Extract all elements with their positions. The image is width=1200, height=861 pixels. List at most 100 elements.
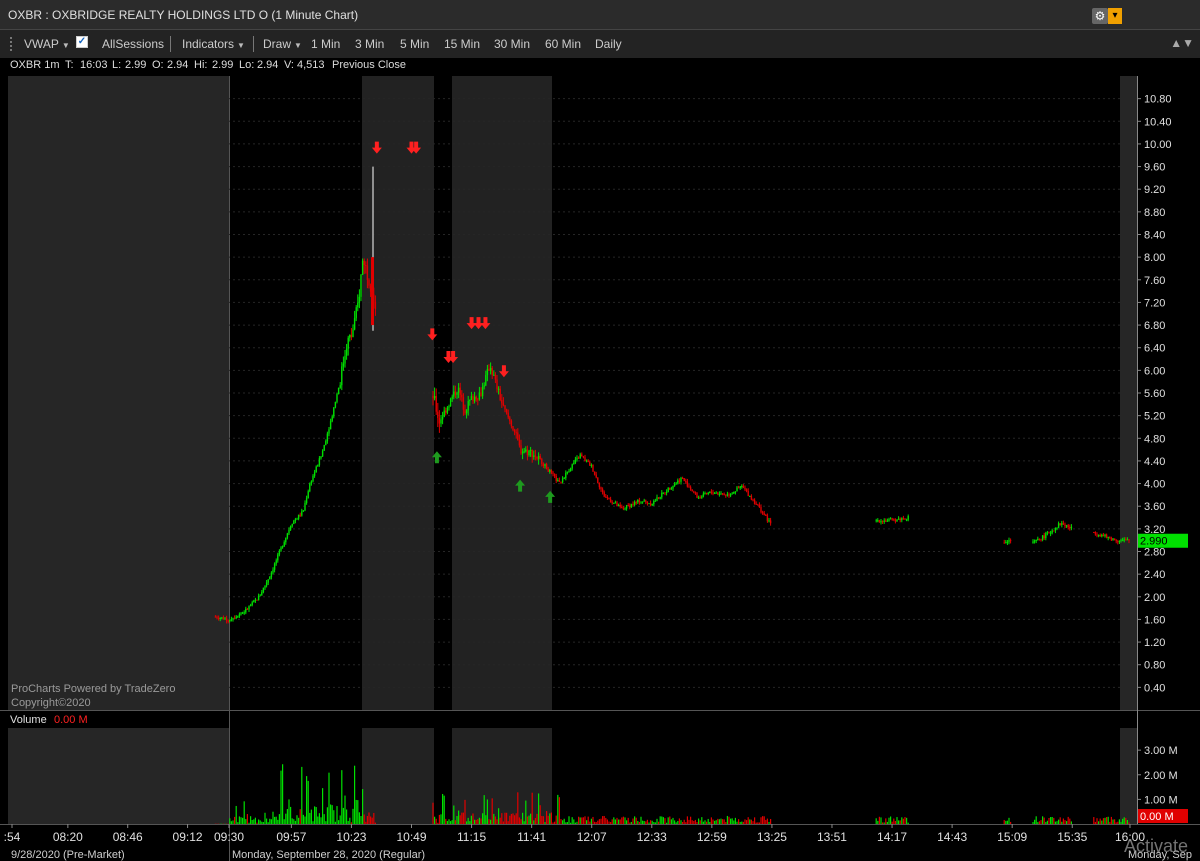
price-tick-label: 9.60 (1144, 162, 1165, 174)
candle-body (217, 617, 220, 619)
dropdown-menu-icon[interactable]: ▾ (1108, 8, 1122, 24)
volume-bar (902, 818, 904, 824)
interval-1min[interactable]: 1 Min (311, 37, 340, 51)
candle-body (454, 391, 457, 395)
volume-bar (698, 818, 700, 824)
title-bar: OXBR : OXBRIDGE REALTY HOLDINGS LTD O (1… (0, 0, 1200, 30)
volume-bar (350, 822, 352, 824)
candle-body (352, 329, 354, 338)
interval-60min[interactable]: 60 Min (545, 37, 581, 51)
all-sessions-checkbox[interactable]: ✓ (76, 36, 88, 48)
volume-bar (333, 810, 335, 824)
candle-body (264, 585, 266, 588)
candle-body (227, 620, 229, 622)
candle-body (257, 595, 260, 601)
interval-30min[interactable]: 30 Min (494, 37, 530, 51)
candle-body (621, 506, 623, 509)
volume-bar (704, 820, 706, 824)
candle-body (345, 348, 348, 356)
candle-body (1101, 534, 1103, 537)
volume-bar (677, 820, 679, 824)
volume-bar (746, 820, 748, 824)
volume-bar (702, 821, 704, 824)
interval-5min[interactable]: 5 Min (400, 37, 429, 51)
volume-bar (893, 818, 895, 824)
volume-bar (1010, 821, 1012, 824)
volume-bar (365, 821, 367, 824)
volume-bar (1043, 817, 1045, 824)
candle-body (1062, 523, 1065, 525)
volume-bar (750, 819, 752, 824)
volume-info-label: V: (284, 59, 294, 71)
volume-bar (462, 812, 464, 824)
draw-dropdown[interactable]: Draw ▼ (263, 37, 302, 51)
candle-body (643, 500, 645, 502)
gear-icon[interactable]: ⚙ (1092, 8, 1108, 24)
interval-daily[interactable]: Daily (595, 37, 622, 51)
candle-body (891, 518, 893, 520)
price-tick-label: 6.40 (1144, 343, 1165, 355)
candle-body (312, 475, 314, 482)
candle-body (513, 429, 516, 433)
candle-body (592, 464, 594, 472)
volume-bar (328, 772, 330, 824)
interval-15min[interactable]: 15 Min (444, 37, 480, 51)
volume-bar (597, 820, 599, 824)
volume-pane-header (8, 712, 1137, 728)
price-tick-label: 7.20 (1144, 297, 1165, 309)
vwap-dropdown[interactable]: VWAP ▼ (24, 37, 70, 51)
volume-bar (1037, 822, 1039, 824)
volume-bar (554, 821, 556, 824)
candle-body (326, 433, 329, 442)
candle-body (475, 396, 477, 400)
volume-bar (442, 793, 444, 824)
open-value: 2.94 (167, 59, 189, 71)
volume-bar (691, 820, 693, 824)
candle-body (310, 481, 313, 484)
volume-bar (610, 822, 612, 824)
candle-body (344, 355, 346, 364)
volume-bar (731, 818, 733, 824)
all-sessions-label[interactable]: AllSessions (102, 37, 164, 51)
candle-body (329, 421, 332, 430)
candle-body (523, 451, 525, 453)
volume-bar (707, 818, 709, 824)
candle-body (451, 396, 453, 399)
candle-body (685, 481, 687, 483)
candle-body (531, 450, 533, 457)
candle-body (673, 484, 676, 487)
volume-bar (490, 819, 492, 824)
interval-3min[interactable]: 3 Min (355, 37, 384, 51)
candle-body (521, 451, 524, 454)
volume-bar (706, 821, 708, 824)
candle-body (691, 489, 693, 492)
candle-body (678, 480, 681, 482)
volume-bar (741, 821, 743, 824)
candle-body (686, 481, 689, 487)
volume-bar (470, 815, 472, 824)
volume-bar (296, 815, 298, 824)
candle-body (1040, 539, 1042, 541)
volume-pane-value: 0.00 M (54, 714, 88, 726)
candle-body (491, 367, 493, 375)
volume-bar (270, 819, 272, 824)
volume-bar (605, 817, 607, 824)
candle-body (739, 486, 741, 488)
candle-body (1125, 539, 1127, 541)
volume-bar (1122, 818, 1124, 824)
toolbar-grip-icon[interactable] (10, 37, 14, 51)
time-tick-label: 09:57 (276, 830, 306, 844)
volume-bar (552, 822, 554, 824)
time-value: 16:03 (80, 59, 108, 71)
time-tick-label: 10:23 (336, 830, 366, 844)
volume-bar (307, 780, 309, 824)
volume-tick-label: 1.00 M (1144, 794, 1178, 806)
volume-bar (243, 801, 245, 824)
candle-body (699, 497, 701, 499)
volume-bar (894, 820, 896, 824)
toolbar-overflow-icon[interactable]: ▲▼ (1170, 36, 1194, 50)
candle-body (656, 497, 658, 501)
price-chart[interactable]: 10.80 10.40 10.00 9.60 9.20 8.80 8.40 8.00 7.60 7… (0, 74, 1200, 861)
indicators-dropdown[interactable]: Indicators ▼ (182, 37, 245, 51)
volume-bar (1109, 821, 1111, 824)
